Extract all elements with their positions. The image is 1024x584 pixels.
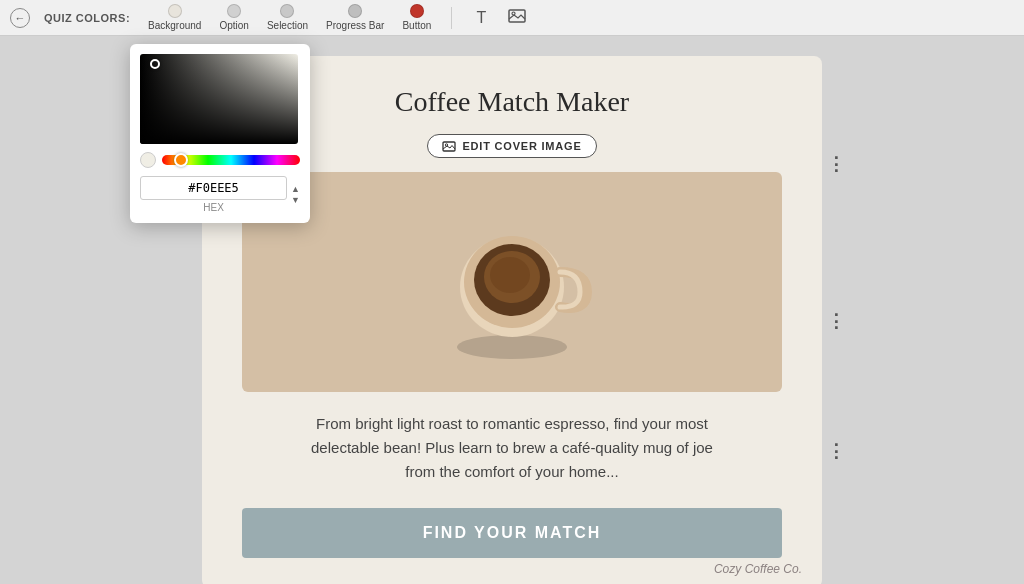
hex-decrement[interactable]: ▼ [291, 195, 300, 206]
coffee-cup-illustration [432, 192, 592, 372]
svg-point-9 [490, 257, 530, 293]
cover-image-area [242, 172, 782, 392]
color-controls-row [140, 152, 300, 168]
image-tool-button[interactable] [502, 4, 532, 32]
rainbow-handle[interactable] [174, 153, 188, 167]
hex-input-row: HEX ▲ ▼ [140, 176, 300, 213]
selection-color-item[interactable]: Selection [261, 2, 314, 33]
toolbar-divider [451, 7, 452, 29]
color-preview [140, 152, 156, 168]
edit-cover-icon [442, 140, 456, 152]
button-color-item[interactable]: Button [396, 2, 437, 33]
hex-increment[interactable]: ▲ [291, 184, 300, 195]
color-picker-popover: HEX ▲ ▼ [130, 44, 310, 223]
cover-dots-menu[interactable]: ⋮ [826, 311, 846, 331]
button-color-dot [410, 4, 424, 18]
svg-point-4 [457, 335, 567, 359]
button-color-label: Button [402, 20, 431, 31]
toolbar: ← QUIZ COLORS: Background Option Selecti… [0, 0, 1024, 36]
selection-color-dot [280, 4, 294, 18]
image-icon [508, 9, 526, 27]
back-button[interactable]: ← [10, 8, 30, 28]
toolbar-back: ← [10, 8, 30, 28]
coffee-cup-svg [432, 192, 592, 372]
background-color-dot [168, 4, 182, 18]
option-color-item[interactable]: Option [213, 2, 254, 33]
hex-stepper: ▲ ▼ [291, 184, 300, 206]
rainbow-bar[interactable] [162, 155, 300, 165]
selection-color-label: Selection [267, 20, 308, 31]
edit-cover-label: EDIT COVER IMAGE [462, 140, 581, 152]
description-dots-menu[interactable]: ⋮ [826, 441, 846, 461]
find-match-button[interactable]: FIND YOUR MATCH [242, 508, 782, 558]
hex-label: HEX [140, 202, 287, 213]
quiz-title: Coffee Match Maker [395, 86, 629, 118]
edit-cover-button[interactable]: EDIT COVER IMAGE [427, 134, 596, 158]
text-tool-button[interactable]: T [466, 4, 496, 32]
title-dots-menu[interactable]: ⋮ [826, 154, 846, 174]
background-color-label: Background [148, 20, 201, 31]
hex-input[interactable] [140, 176, 287, 200]
progress-bar-color-item[interactable]: Progress Bar [320, 2, 390, 33]
gradient-handle[interactable] [150, 59, 160, 69]
color-gradient-canvas[interactable] [140, 54, 298, 144]
svg-point-1 [512, 12, 515, 15]
progress-bar-color-label: Progress Bar [326, 20, 384, 31]
brand-watermark: Cozy Coffee Co. [714, 562, 802, 576]
quiz-description: From bright light roast to romantic espr… [302, 412, 722, 484]
quiz-colors-label: QUIZ COLORS: [44, 12, 130, 24]
background-color-item[interactable]: Background [142, 2, 207, 33]
text-icon: T [476, 9, 486, 27]
option-color-label: Option [219, 20, 248, 31]
progress-bar-color-dot [348, 4, 362, 18]
option-color-dot [227, 4, 241, 18]
